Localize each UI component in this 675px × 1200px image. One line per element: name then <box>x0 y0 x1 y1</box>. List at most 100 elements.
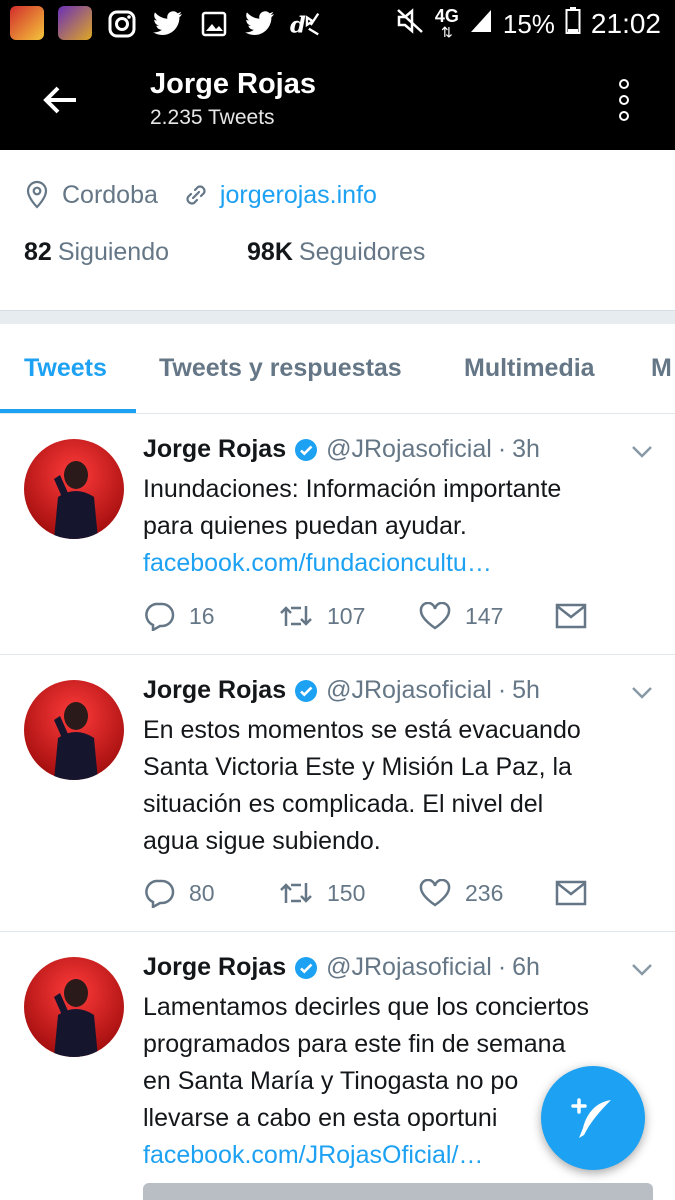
tweet-line: situación es complicada. El nivel del <box>143 790 544 818</box>
link-icon <box>186 185 206 205</box>
reply-count: 16 <box>189 602 215 629</box>
instagram-icon <box>106 8 138 40</box>
following-label: Siguiendo <box>57 238 170 266</box>
tweet-header: Jorge Rojas @JRojasoficial · 6h <box>143 953 540 982</box>
retweet-button[interactable]: 107 <box>279 602 419 630</box>
author-name[interactable]: Jorge Rojas <box>143 676 286 705</box>
retweet-icon <box>280 606 312 626</box>
like-button[interactable]: 236 <box>419 879 555 907</box>
clock: 21:02 <box>590 8 661 39</box>
like-icon <box>419 879 451 907</box>
location-text: Cordoba <box>62 180 158 209</box>
tweet-text: Inundaciones: Información importante par… <box>143 471 653 582</box>
battery-percentage: 15% <box>502 8 555 39</box>
reply-button[interactable]: 16 <box>143 601 279 631</box>
tweet-actions: 16 107 147 <box>143 601 601 631</box>
follow-counts: 82 Siguiendo 98K Seguidores <box>24 238 425 267</box>
profile-meta: Cordoba jorgerojas.info <box>24 180 377 210</box>
like-count: 236 <box>465 879 504 906</box>
chevron-down-icon[interactable] <box>631 686 653 700</box>
active-tab-indicator <box>0 409 136 413</box>
tab-tweets-and-replies[interactable]: Tweets y respuestas <box>159 354 402 383</box>
verified-icon <box>295 956 318 979</box>
tweet-header: Jorge Rojas @JRojasoficial · 5h <box>143 676 540 705</box>
tweet-time: 5h <box>512 676 540 704</box>
following-count: 82 <box>24 238 52 266</box>
profile-tabs: Tweets Tweets y respuestas Multimedia M <box>0 324 675 414</box>
followers-link[interactable]: 98K Seguidores <box>247 238 425 267</box>
app-bar: Jorge Rojas 2.235 Tweets <box>0 50 675 150</box>
avatar[interactable] <box>24 957 124 1057</box>
slots-app-icon <box>10 6 44 40</box>
twitter-icon-2 <box>244 8 276 40</box>
tweet[interactable]: Jorge Rojas @JRojasoficial · 5h En estos… <box>0 656 675 932</box>
back-button[interactable] <box>36 76 84 124</box>
sports-app-icon: d <box>290 8 322 40</box>
section-divider <box>0 310 675 324</box>
more-options-button[interactable] <box>609 76 639 124</box>
avatar[interactable] <box>24 439 124 539</box>
retweet-count: 107 <box>327 602 366 629</box>
reply-count: 80 <box>189 879 215 906</box>
page-title: Jorge Rojas <box>150 68 316 100</box>
website-link[interactable]: jorgerojas.info <box>220 181 377 210</box>
followers-count: 98K <box>247 238 293 266</box>
tweet-time: 3h <box>512 435 540 463</box>
media-preview[interactable] <box>143 1183 653 1200</box>
tweet[interactable]: Jorge Rojas @JRojasoficial · 3h Inundaci… <box>0 415 675 655</box>
tweet-text: En estos momentos se está evacuando Sant… <box>143 712 653 860</box>
author-name[interactable]: Jorge Rojas <box>143 953 286 982</box>
verified-icon <box>295 679 318 702</box>
like-icon <box>419 602 451 630</box>
separator-dot: · <box>497 435 507 463</box>
back-arrow-icon <box>43 86 76 114</box>
network-label: 4G <box>434 6 459 26</box>
tab-tweets[interactable]: Tweets <box>24 354 107 383</box>
tweet-header: Jorge Rojas @JRojasoficial · 3h <box>143 435 540 464</box>
twitter-icon <box>152 8 184 40</box>
profile-info: Cordoba jorgerojas.info 82 Siguiendo 98K S… <box>0 150 675 310</box>
gallery-icon <box>198 8 230 40</box>
more-dot <box>619 111 629 121</box>
tweet-link[interactable]: facebook.com/fundacioncultu… <box>143 545 653 582</box>
avatar[interactable] <box>24 680 124 780</box>
tweet-line: Santa Victoria Este y Misión La Paz, la <box>143 753 572 781</box>
network-indicator: 4G ⇅ <box>434 6 459 40</box>
battery-icon <box>565 6 581 42</box>
compose-tweet-button[interactable] <box>541 1066 645 1170</box>
separator-dot: · <box>497 676 507 704</box>
dm-icon <box>555 603 587 629</box>
notification-icons: d <box>106 8 322 40</box>
reply-button[interactable]: 80 <box>143 878 279 908</box>
signal-icon <box>469 8 493 41</box>
mute-icon <box>395 7 425 42</box>
chevron-down-icon[interactable] <box>631 963 653 977</box>
author-name[interactable]: Jorge Rojas <box>143 435 286 464</box>
following-link[interactable]: 82 Siguiendo <box>24 238 169 267</box>
tab-media[interactable]: Multimedia <box>464 354 595 383</box>
author-handle[interactable]: @JRojasoficial <box>326 676 492 705</box>
dm-icon <box>555 880 587 906</box>
reply-icon <box>145 602 175 631</box>
like-button[interactable]: 147 <box>419 602 555 630</box>
compose-tweet-icon <box>571 1098 611 1138</box>
tweet-line: Lamentamos decirles que los conciertos <box>143 993 590 1021</box>
followers-label: Seguidores <box>298 238 426 266</box>
separator-dot: · <box>497 953 507 981</box>
dm-button[interactable] <box>555 603 601 629</box>
reply-icon <box>145 879 175 908</box>
author-handle[interactable]: @JRojasoficial <box>326 435 492 464</box>
chevron-down-icon[interactable] <box>631 445 653 459</box>
tweet-line: para quienes puedan ayudar. <box>143 512 467 540</box>
svg-text:d: d <box>290 12 306 38</box>
dm-button[interactable] <box>555 880 601 906</box>
like-count: 147 <box>465 602 504 629</box>
retweet-button[interactable]: 150 <box>279 879 419 907</box>
system-status: 4G ⇅ 15% 21:02 <box>395 6 661 42</box>
jackpot-app-icon <box>58 6 92 40</box>
verified-icon <box>295 438 318 461</box>
retweet-count: 150 <box>327 879 366 906</box>
tab-likes[interactable]: M <box>651 354 672 383</box>
author-handle[interactable]: @JRojasoficial <box>326 953 492 982</box>
tweet-line: Inundaciones: Información importante <box>143 475 562 503</box>
